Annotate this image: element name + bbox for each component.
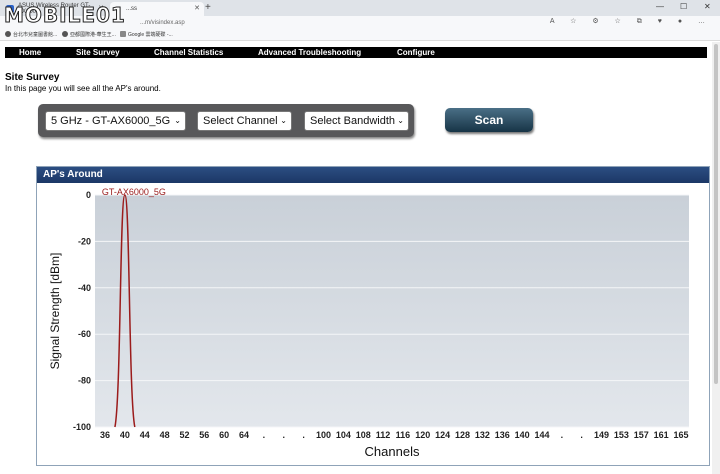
x-tick-label: 165 [673, 430, 688, 440]
nav-channel-statistics[interactable]: Channel Statistics [154, 47, 223, 58]
channel-select[interactable]: Select Channel ⌄ [197, 111, 292, 131]
bookmark-label: 台北市兒童圖書館... [13, 32, 58, 38]
browser-toolbar-icons[interactable]: A ☆ ⚙ ☆ ⧉ ♥ ● … [550, 17, 712, 26]
x-tick-label: 36 [100, 430, 110, 440]
x-tick-label: 136 [495, 430, 510, 440]
plot-area [95, 195, 689, 427]
y-axis-label: Signal Strength [dBm] [48, 253, 62, 370]
x-tick-label: 100 [316, 430, 331, 440]
minimize-icon[interactable]: — [656, 2, 664, 11]
chevron-down-icon: ⌄ [280, 116, 287, 125]
scan-button[interactable]: Scan [445, 108, 533, 132]
bandwidth-select[interactable]: Select Bandwidth ⌄ [304, 111, 409, 131]
survey-controls: 5 GHz - GT-AX6000_5G ⌄ Select Channel ⌄ … [38, 104, 414, 137]
x-tick-label: 120 [415, 430, 430, 440]
bookmark-item[interactable]: 台北市兒童圖書館... [5, 31, 57, 40]
x-axis-label: Channels [365, 444, 420, 459]
new-tab-icon[interactable]: + [205, 2, 211, 14]
x-tick-label: 157 [634, 430, 649, 440]
bookmark-icon [120, 31, 126, 37]
bookmark-icon [5, 31, 11, 37]
y-tick-label: -40 [78, 283, 91, 293]
signal-chart: 0 -20 -40 -60 -80 -100 36 40 44 48 52 56 60 64... 100… [48, 187, 689, 459]
nav-site-survey[interactable]: Site Survey [76, 47, 120, 58]
x-tick-label: 132 [475, 430, 490, 440]
x-tick-label: 40 [120, 430, 130, 440]
bookmark-icon [62, 31, 68, 37]
x-tick-label: 153 [614, 430, 629, 440]
page-description: In this page you will see all the AP's a… [5, 84, 161, 93]
x-tick-label: . [302, 430, 305, 440]
x-tick-label: 56 [199, 430, 209, 440]
y-tick-label: -80 [78, 376, 91, 386]
nav-configure[interactable]: Configure [397, 47, 435, 58]
x-tick-label: . [561, 430, 564, 440]
main-nav: Home Site Survey Channel Statistics Adva… [5, 47, 707, 58]
x-tick-label: 128 [455, 430, 470, 440]
x-tick-label: 144 [534, 430, 549, 440]
ap-around-panel: AP's Around 0 -20 -40 -60 -80 -100 36 40 44 48 52… [36, 166, 710, 466]
url-text[interactable]: ...m/visindex.asp [140, 17, 185, 29]
x-tick-label: 112 [376, 430, 391, 440]
bookmarks-bar: 台北市兒童圖書館... 亞都國際港-華生王... Google 雲端硬碟 -..… [0, 30, 720, 41]
x-tick-label: 161 [654, 430, 669, 440]
x-tick-label: 108 [356, 430, 371, 440]
x-tick-label: 124 [435, 430, 450, 440]
bookmark-item[interactable]: Google 雲端硬碟 -... [120, 31, 173, 40]
x-tick-label: 48 [160, 430, 170, 440]
nav-advanced-troubleshooting[interactable]: Advanced Troubleshooting [258, 47, 361, 58]
bookmark-label: Google 雲端硬碟 -... [128, 32, 173, 38]
y-tick-label: -60 [78, 329, 91, 339]
x-tick-label: 116 [396, 430, 411, 440]
page-title: Site Survey [5, 72, 60, 83]
x-tick-label: 52 [179, 430, 189, 440]
panel-title: AP's Around [37, 167, 709, 183]
x-tick-label: 104 [336, 430, 351, 440]
x-tick-label: . [580, 430, 583, 440]
network-select-value: 5 GHz - GT-AX6000_5G [51, 115, 171, 127]
close-window-icon[interactable]: ✕ [704, 2, 711, 11]
scrollbar-thumb[interactable] [714, 44, 718, 384]
bookmark-label: 亞都國際港-華生王... [70, 32, 116, 38]
x-tick-label: 44 [140, 430, 150, 440]
x-tick-label: 149 [594, 430, 609, 440]
x-tick-label: . [263, 430, 266, 440]
maximize-icon[interactable]: ☐ [680, 2, 687, 11]
chevron-down-icon: ⌄ [174, 116, 181, 125]
x-tick-label: . [283, 430, 286, 440]
mobile01-logo: MOBILE01 [4, 3, 126, 28]
x-tick-label: 60 [219, 430, 229, 440]
x-tick-label: 140 [515, 430, 530, 440]
x-tick-label: 64 [239, 430, 249, 440]
network-select[interactable]: 5 GHz - GT-AX6000_5G ⌄ [45, 111, 186, 131]
y-tick-label: 0 [86, 190, 91, 200]
y-tick-label: -20 [78, 236, 91, 246]
page-scrollbar[interactable] [712, 42, 720, 474]
bandwidth-select-value: Select Bandwidth [310, 115, 395, 127]
nav-home[interactable]: Home [19, 47, 41, 58]
y-tick-label: -100 [73, 422, 91, 432]
chevron-down-icon: ⌄ [397, 116, 404, 125]
tab-label: ...ss [126, 6, 138, 12]
channel-select-value: Select Channel [203, 115, 278, 127]
close-tab-icon[interactable]: ✕ [194, 4, 200, 12]
bookmark-item[interactable]: 亞都國際港-華生王... [62, 31, 116, 40]
series-label: GT-AX6000_5G [102, 187, 166, 197]
